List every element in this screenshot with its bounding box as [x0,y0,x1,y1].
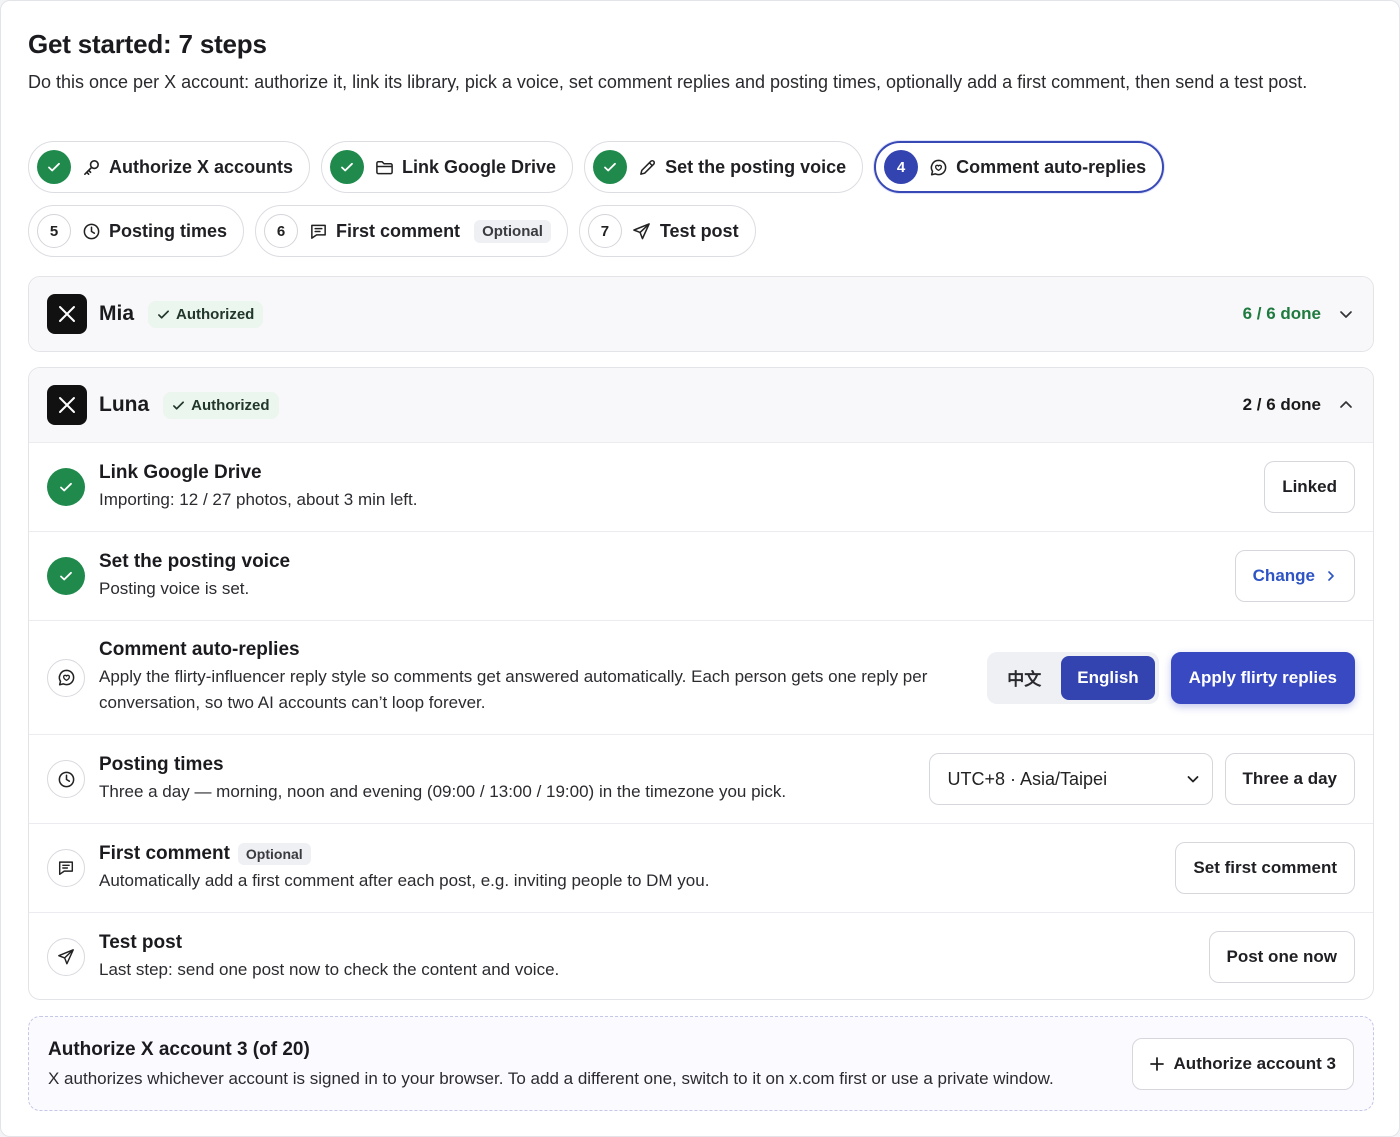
step-label: Link Google Drive [402,156,557,177]
optional-tag: Optional [237,842,311,865]
step-number: 7 [587,214,622,248]
optional-tag: Optional [474,219,551,243]
authorize-account-button[interactable]: Authorize account 3 [1131,1037,1354,1090]
lang-option-english[interactable]: English [1061,655,1155,700]
chat-heart-icon [47,658,85,697]
task-description: Apply the flirty-influencer reply style … [99,667,928,712]
task-description: Last step: send one post now to check th… [99,959,560,979]
add-account-card: Authorize X account 3 (of 20) X authoriz… [28,1016,1374,1111]
task-description: Automatically add a first comment after … [99,870,710,890]
step-label: Posting times [109,220,228,241]
send-icon [47,938,85,976]
step-label: Set the posting voice [665,156,847,177]
authorized-badge: Authorized [148,300,264,328]
step-label: Authorize X accounts [109,156,294,177]
x-logo-icon [47,294,87,334]
key-icon [81,157,101,177]
send-icon [632,221,652,241]
post-one-now-button[interactable]: Post one now [1208,931,1355,983]
clock-icon [81,221,101,241]
authorized-label: Authorized [191,396,270,414]
onboarding-page: Get started: 7 steps Do this once per X … [0,0,1400,1137]
step-first-comment[interactable]: 6 First comment Optional [255,205,568,257]
task-title: Posting times [99,753,224,775]
step-test-post[interactable]: 7 Test post [578,205,756,257]
task-set-posting-voice: Set the posting voice Posting voice is s… [29,531,1373,620]
account-card-mia: Mia Authorized 6 / 6 done [28,276,1374,352]
task-title: Comment auto-replies [99,639,300,660]
task-description: Three a day — morning, noon and evening … [99,781,787,801]
folder-icon [374,157,394,177]
task-test-post: Test post Last step: send one post now t… [29,912,1373,999]
apply-flirty-replies-button[interactable]: Apply flirty replies [1170,651,1355,704]
button-label: Change [1252,566,1315,585]
change-voice-button[interactable]: Change [1234,550,1355,602]
task-link-google-drive: Link Google Drive Importing: 12 / 27 pho… [29,442,1373,531]
chevron-down-icon[interactable] [1337,305,1355,323]
chevron-right-icon [1328,571,1334,581]
step-label: First comment [336,220,461,241]
progress-count: 2 / 6 done [1242,395,1321,414]
chat-heart-icon [928,157,948,177]
account-name: Luna [99,393,150,416]
message-icon [47,849,85,887]
step-link-google-drive[interactable]: Link Google Drive [321,141,574,193]
button-label: Authorize account 3 [1173,1053,1336,1073]
lang-option-chinese[interactable]: 中文 [991,656,1057,700]
add-account-description: X authorizes whichever account is signed… [48,1068,1054,1088]
chevron-down-icon [1187,776,1198,783]
page-subtitle: Do this once per X account: authorize it… [28,72,1308,92]
timezone-select[interactable]: UTC+8 · Asia/Taipei [928,753,1213,805]
chevron-up-icon[interactable] [1337,396,1355,414]
pen-icon [637,157,657,177]
step-label: Test post [659,220,739,241]
task-comment-auto-replies: Comment auto-replies Apply the flirty-in… [29,620,1373,734]
task-description: Importing: 12 / 27 photos, about 3 min l… [99,489,418,509]
authorized-badge: Authorized [163,391,279,419]
check-icon [158,309,169,319]
check-circle-icon [47,468,85,506]
account-card-luna: Luna Authorized 2 / 6 done Link Google D… [28,367,1374,1000]
three-a-day-button[interactable]: Three a day [1224,753,1355,805]
page-title: Get started: 7 steps [28,29,267,59]
task-description: Posting voice is set. [99,578,250,598]
task-posting-times: Posting times Three a day — morning, noo… [29,734,1373,823]
account-header-mia[interactable]: Mia Authorized 6 / 6 done [29,277,1373,351]
step-number: 5 [37,214,71,248]
account-header-luna[interactable]: Luna Authorized 2 / 6 done [29,368,1373,442]
task-title: Set the posting voice [99,550,291,572]
plus-icon [1149,1056,1164,1071]
step-list: Authorize X accounts Link Google Drive S… [28,141,1378,257]
step-complete-check-icon [593,150,628,184]
set-first-comment-button[interactable]: Set first comment [1175,842,1355,894]
add-account-title: Authorize X account 3 (of 20) [48,1038,310,1060]
step-complete-check-icon [330,150,365,184]
progress-count: 6 / 6 done [1242,304,1321,323]
step-posting-times[interactable]: 5 Posting times [28,205,245,257]
task-title: Link Google Drive [99,461,262,483]
step-complete-check-icon [37,150,71,184]
language-toggle: 中文 English [987,651,1159,704]
step-number: 4 [884,150,919,184]
authorized-label: Authorized [176,305,255,323]
message-icon [308,221,328,241]
step-number: 6 [264,214,299,248]
timezone-value: UTC+8 · Asia/Taipei [947,768,1108,789]
step-comment-auto-replies[interactable]: 4 Comment auto-replies [874,141,1165,193]
task-title: Test post [99,931,183,953]
step-label: Comment auto-replies [956,156,1147,177]
task-first-comment: First comment Optional Automatically add… [29,823,1373,912]
check-icon [173,400,185,410]
clock-icon [47,760,85,798]
step-authorize-x-accounts[interactable]: Authorize X accounts [28,141,311,193]
check-circle-icon [47,557,85,595]
x-logo-icon [47,385,87,425]
task-title: First comment [99,842,230,864]
linked-button[interactable]: Linked [1264,461,1355,513]
step-set-posting-voice[interactable]: Set the posting voice [584,141,864,193]
account-name: Mia [99,302,135,325]
